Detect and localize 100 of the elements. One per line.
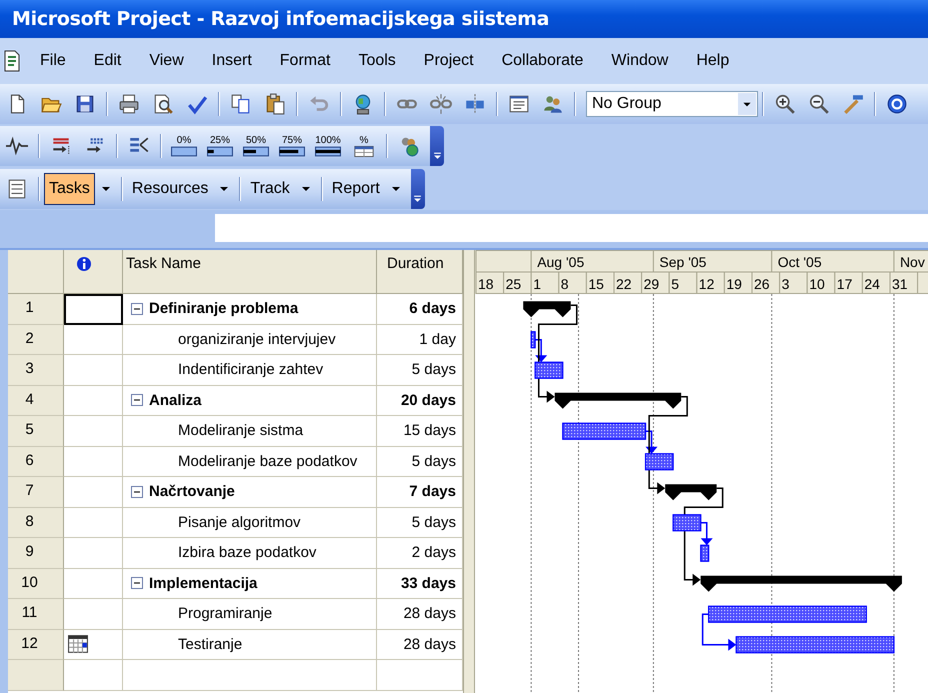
collapse-icon[interactable] [131,394,143,406]
task-bar[interactable] [736,636,895,654]
toolbar-options-handle[interactable] [410,168,425,208]
row-number[interactable]: 1 [8,294,64,324]
week-cell: 10 [806,272,836,294]
week-cell: 3 [779,272,808,294]
guide-tab[interactable]: Track [245,172,295,204]
copy-icon [230,93,252,115]
task-bar[interactable] [644,453,674,470]
task-bar[interactable] [530,331,536,348]
document-icon [2,49,22,73]
task-name: Testiranje [178,636,242,653]
task-bar[interactable] [708,606,867,623]
row-number[interactable]: 7 [8,477,64,508]
row-number[interactable]: 6 [8,446,64,477]
task-bar[interactable] [562,422,646,440]
week-cell: 26 [752,272,780,294]
toolbar-options-handle[interactable] [430,126,444,166]
menu-item[interactable]: Insert [204,50,260,72]
percent-complete-button[interactable]: 100% [313,128,343,162]
week-cell: 1 [530,272,560,294]
row-number[interactable]: 10 [8,568,64,599]
task-name: Definiranje problema [149,300,298,318]
broken-chain-icon [430,93,452,115]
row-number[interactable]: 3 [8,355,64,386]
chevron-icon [432,150,442,160]
progress-bar-icon [207,146,233,156]
task-name: Analiza [149,392,202,409]
task-name: Načrtovanje [149,483,235,500]
task-name: Implementacija [149,574,258,592]
progress-bar-icon [171,146,197,156]
guide-tab[interactable]: Report [326,172,385,204]
split-bar-icon [464,93,486,115]
row-number[interactable]: 5 [8,416,64,446]
menu-item[interactable]: Collaborate [494,50,592,72]
menu-item[interactable]: View [141,50,192,72]
printer-icon [118,93,140,115]
task-name: Programiranje [178,605,272,622]
list-icon [6,178,28,200]
entry-field[interactable] [215,214,928,242]
week-cell: 22 [614,272,642,294]
zoom-in-icon [774,93,796,115]
task-bar[interactable] [700,544,710,562]
collapse-icon[interactable] [131,302,143,315]
collapse-icon[interactable] [131,486,143,498]
task-bar[interactable] [534,362,564,379]
progress-bar-icon [243,146,269,156]
summary-bar[interactable] [523,301,571,318]
zoom-out-icon [808,93,830,115]
task-name: Modeliranje baze podatkov [178,452,358,470]
guide-tab[interactable]: Tasks [44,172,95,204]
week-cell: 12 [696,272,725,294]
task-name: Izbira baze podatkov [178,544,316,562]
column-header[interactable]: Duration [377,250,463,294]
update-tasks-button[interactable]: % [349,128,379,162]
week-cell: 17 [834,272,863,294]
week-cell: 18 [476,272,504,294]
week-cell: 24 [862,272,890,294]
menu-item[interactable]: File [32,50,74,72]
menu-item[interactable]: Tools [350,50,404,72]
clipboard-icon [264,93,286,115]
column-header[interactable]: Task Name [123,250,377,294]
menu-item[interactable]: Format [272,50,338,72]
progress-bar-icon [315,146,341,156]
week-cell: 29 [641,272,670,294]
guide-tab[interactable]: Resources [126,172,214,204]
week-cell: 25 [503,272,532,294]
row-number[interactable]: 8 [8,508,64,538]
percent-complete-button[interactable]: 75% [277,128,307,162]
row-number[interactable]: 2 [8,324,64,355]
task-name: Pisanje algoritmov [178,514,301,531]
dependency-arrow [702,614,736,651]
row-number[interactable]: 12 [8,630,64,660]
menu-item[interactable]: Help [688,50,738,72]
percent-complete-button[interactable]: 50% [241,128,271,162]
chevron-icon [413,194,422,202]
help-icon [886,93,908,115]
percent-complete-button[interactable]: 0% [169,128,199,162]
month-cell: Nov [893,250,928,272]
progress-bar-icon [279,146,305,156]
row-number[interactable]: 11 [8,599,64,630]
collapse-icon[interactable] [131,577,143,590]
row-number[interactable]: 4 [8,386,64,416]
percent-complete-button[interactable]: 25% [205,128,235,162]
menu-item[interactable]: Edit [86,50,130,72]
row-number[interactable]: 9 [8,538,64,568]
task-name: Indentificiranje zahtev [178,361,324,378]
menu-item[interactable]: Window [603,50,676,72]
month-cell: Sep '05 [652,250,772,272]
group-dropdown[interactable]: No Group [586,91,758,117]
wave-icon [6,134,28,156]
menu-item[interactable]: Project [416,50,482,72]
week-cell: 8 [558,272,587,294]
info-icon [76,256,92,272]
calendar-icon [68,635,88,654]
task-bar[interactable] [672,514,702,532]
month-cell: Aug '05 [530,250,654,272]
print-preview-icon [152,93,174,115]
notes-icon [508,93,530,115]
window-title: Microsoft Project - Razvoj infoemacijskega siistema [12,8,550,30]
